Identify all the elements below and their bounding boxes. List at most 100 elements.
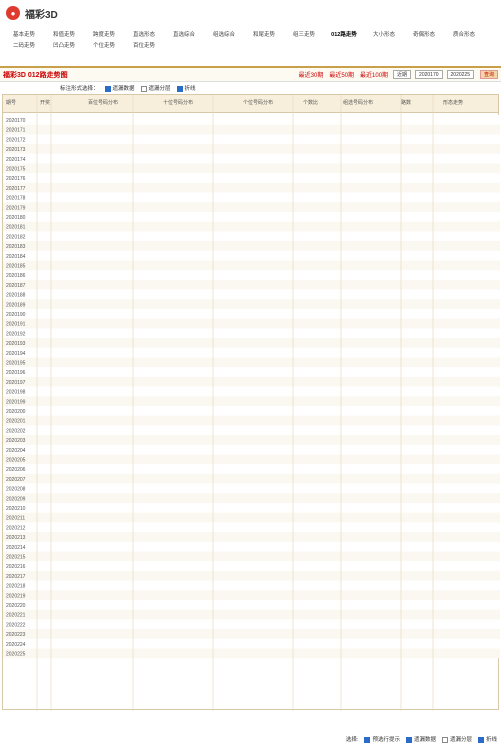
nav-item-11[interactable]: 质合形态: [444, 30, 484, 38]
nav-item-5[interactable]: 组选综合: [204, 30, 244, 38]
issue-label: 2020208: [6, 487, 26, 493]
issue-label: 2020178: [6, 196, 26, 202]
issue-label: 2020180: [6, 215, 26, 221]
nav-item-2-2[interactable]: 个位走势: [84, 41, 124, 49]
option-polyline[interactable]: 折线: [176, 84, 196, 92]
checkbox-icon: [441, 736, 448, 743]
checkbox-icon: [140, 85, 147, 92]
recent-100-link[interactable]: 最近100期: [360, 70, 388, 79]
checkbox-icon: [405, 736, 412, 743]
issue-label: 2020214: [6, 545, 26, 551]
issue-label: 2020206: [6, 467, 26, 473]
issue-label: 2020211: [6, 516, 25, 522]
issue-label: 2020193: [6, 341, 26, 347]
issue-label: 2020213: [6, 535, 26, 541]
issue-label: 2020189: [6, 302, 26, 308]
issue-label: 2020210: [6, 506, 26, 512]
issue-label: 2020184: [6, 254, 26, 260]
nav-item-2-1[interactable]: 凹凸走势: [44, 41, 84, 49]
issue-label: 2020220: [6, 603, 26, 609]
issue-label: 2020192: [6, 331, 26, 337]
status-label: 选择:: [345, 737, 359, 743]
chart-title: 福彩3D 012路走势图: [3, 71, 68, 79]
issue-label: 2020218: [6, 584, 26, 590]
recent-30-link[interactable]: 最近30期: [299, 70, 324, 79]
nav-item-10[interactable]: 奇偶形态: [404, 30, 444, 38]
issue-label: 2020205: [6, 458, 26, 464]
option-layering[interactable]: 遗漏分层: [140, 84, 171, 92]
issue-label: 2020172: [6, 137, 26, 143]
status-opt-a[interactable]: 预选行提示: [364, 735, 400, 743]
issue-label: 2020225: [6, 652, 26, 658]
issue-label: 2020198: [6, 390, 26, 396]
issue-label: 2020195: [6, 361, 26, 367]
recent-50-link[interactable]: 最近50期: [329, 70, 354, 79]
nav-item-2-0[interactable]: 二码走势: [4, 41, 44, 49]
trend-nav: 基本走势 和值走势 跨度走势 直选形态 直选综合 组选综合 和尾走势 组三走势 012路走势 大小…: [0, 26, 501, 56]
issue-label: 2020222: [6, 622, 26, 628]
issue-label: 2020219: [6, 593, 26, 599]
issue-label: 2020202: [6, 428, 26, 434]
issue-label: 2020187: [6, 283, 26, 289]
checkbox-icon: [176, 85, 183, 92]
issue-label: 2020181: [6, 225, 26, 231]
issue-label: 2020176: [6, 176, 26, 182]
nav-item-2[interactable]: 跨度走势: [84, 30, 124, 38]
issue-label: 2020174: [6, 157, 26, 163]
issue-label: 2020194: [6, 351, 26, 357]
issue-label: 2020197: [6, 380, 26, 386]
issue-label: 2020203: [6, 438, 26, 444]
issue-label: 2020171: [6, 128, 26, 134]
issue-label: 2020196: [6, 370, 26, 376]
issue-label: 2020190: [6, 312, 26, 318]
app-header: ● 福彩3D: [0, 0, 501, 26]
trend-table: 期号 开奖 百位号码分布 十位号码分布 个位号码分布 个数比 组选号码分布 路数…: [2, 94, 500, 711]
period-select[interactable]: 近期: [393, 70, 412, 79]
issue-label: 2020173: [6, 147, 26, 153]
issue-label: 2020215: [6, 555, 26, 561]
issue-label: 2020204: [6, 448, 26, 454]
nav-item-1[interactable]: 和值走势: [44, 30, 84, 38]
issue-label: 2020201: [6, 419, 26, 425]
to-issue-input[interactable]: 2020225: [446, 70, 474, 79]
issue-label: 2020175: [6, 167, 26, 173]
issue-label: 2020182: [6, 234, 26, 240]
status-opt-b[interactable]: 遗漏数据: [405, 735, 436, 743]
status-opt-c[interactable]: 遗漏分层: [441, 735, 472, 743]
issue-label: 2020188: [6, 293, 26, 299]
issue-label: 2020183: [6, 244, 26, 250]
nav-item-3[interactable]: 直选形态: [124, 30, 164, 38]
nav-item-2-3[interactable]: 百位走势: [124, 41, 164, 49]
checkbox-icon: [364, 736, 371, 743]
status-opt-d[interactable]: 折线: [477, 735, 497, 743]
option-missing-data[interactable]: 遗漏数据: [104, 84, 135, 92]
issue-label: 2020177: [6, 186, 26, 192]
app-title: 福彩3D: [25, 9, 58, 21]
display-options: 标注形式选择： 遗漏数据 遗漏分层 折线: [0, 82, 501, 94]
issue-label: 2020209: [6, 496, 26, 502]
toolbar: 福彩3D 012路走势图 最近30期 最近50期 最近100期 近期 20201…: [0, 66, 501, 82]
checkbox-icon: [477, 736, 484, 743]
nav-item-0[interactable]: 基本走势: [4, 30, 44, 38]
trend-lines: 2020170 2020171 2020172 2020173 2020174 20201…: [3, 95, 500, 711]
issue-label: 2020179: [6, 205, 26, 211]
nav-item-8[interactable]: 012路走势: [324, 30, 364, 38]
lottery-logo-icon: ●: [6, 6, 20, 20]
issue-label: 2020217: [6, 574, 26, 580]
nav-item-4[interactable]: 直选综合: [164, 30, 204, 38]
issue-label: 2020170: [6, 118, 26, 124]
issue-label: 2020224: [6, 642, 26, 648]
issue-label: 2020223: [6, 632, 26, 638]
nav-item-6[interactable]: 和尾走势: [244, 30, 284, 38]
issue-label: 2020199: [6, 399, 26, 405]
checkbox-icon: [104, 85, 111, 92]
options-label: 标注形式选择：: [60, 86, 99, 92]
nav-item-7[interactable]: 组三走势: [284, 30, 324, 38]
issue-label: 2020191: [6, 322, 26, 328]
issue-label: 2020185: [6, 264, 26, 270]
issue-label: 2020216: [6, 564, 26, 570]
issue-label: 2020221: [6, 613, 26, 619]
query-button[interactable]: 查询: [479, 70, 498, 79]
nav-item-9[interactable]: 大小形态: [364, 30, 404, 38]
from-issue-input[interactable]: 2020170: [415, 70, 443, 79]
